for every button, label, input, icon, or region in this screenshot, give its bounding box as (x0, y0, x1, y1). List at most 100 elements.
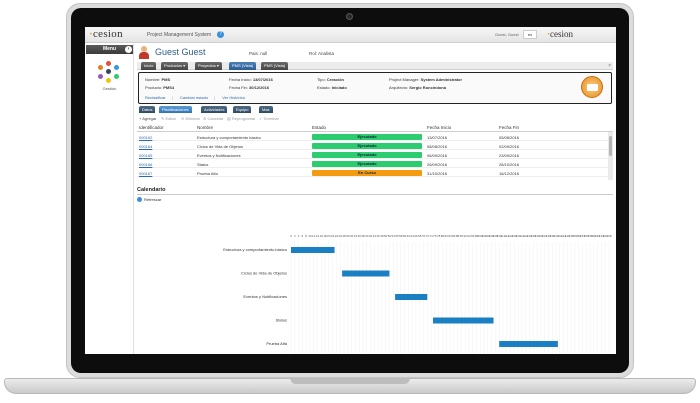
gantt-task-label: Status (276, 318, 287, 323)
planning-grid: Identificador Nombre Estado Fecha Inicio… (137, 124, 613, 182)
row-nombre: Status (197, 161, 209, 167)
status-badge: En Curso (312, 170, 422, 176)
row-fecha-fin: 28/10/2016 (499, 161, 520, 167)
grid-scrollbar[interactable] (608, 132, 613, 180)
row-id-link[interactable]: 000165 (139, 153, 152, 158)
table-row[interactable]: 000162 Estructura y comportamiento básico… (137, 133, 613, 141)
brand-logo: ·cesion (547, 29, 574, 39)
user-name: Guest Guest (155, 47, 206, 57)
arquitecto-field: Arquitecto: Sergio Runcindona (389, 85, 446, 90)
project-subtabs: Datos Planificaciones Actividades Equipo… (137, 106, 613, 114)
refresh-button[interactable]: Refrescar (137, 197, 161, 203)
app-logo: ·cesion (89, 28, 123, 40)
status-badge: Ejecutado (312, 143, 422, 149)
user-row: Guest Guest Pais: null Rol: Analista (137, 45, 615, 61)
status-badge: Ejecutado (312, 161, 422, 167)
nombre-field: Nombre: PMS (145, 77, 171, 82)
project-info-panel: Nombre: PMS Producto: PMS4 Fecha Inicio:… (138, 72, 612, 104)
cancelar-button[interactable]: ⊘ Cancelar (203, 116, 223, 121)
fecha-fin-field: Fecha Fin: 30/12/2016 (229, 85, 270, 90)
gantt-task-label: Estructura y comportamiento básico (223, 247, 288, 252)
tab-inicio[interactable]: Inicio (141, 62, 157, 70)
tab-mas[interactable]: Mas (259, 106, 273, 113)
gantt-tick-label: 4 (298, 234, 300, 238)
tab-planificaciones[interactable]: Planificaciones (159, 106, 192, 113)
row-fecha-fin: 02/09/2016 (499, 143, 520, 149)
producto-field: Producto: PMS4 (145, 85, 175, 90)
col-fecha-inicio[interactable]: Fecha Inicio (427, 125, 451, 130)
row-fecha-fin: 16/12/2016 (499, 170, 520, 176)
grid-header: Identificador Nombre Estado Fecha Inicio… (137, 124, 613, 132)
gantt-bar[interactable] (499, 341, 558, 347)
terminar-button[interactable]: ✓ Terminar (259, 116, 279, 121)
refresh-icon (137, 197, 142, 203)
reprogramar-button[interactable]: ▤ Reprogramar (227, 116, 255, 121)
col-fecha-fin[interactable]: Fecha Fin (499, 125, 519, 130)
gestion-label[interactable]: Gestión (85, 86, 134, 91)
row-id-link[interactable]: 000167 (139, 171, 152, 176)
gantt-bar[interactable] (291, 247, 335, 253)
col-identificador[interactable]: Identificador (139, 125, 164, 130)
current-user: Guest, Guest (495, 32, 519, 37)
menu-header[interactable]: Menu › (86, 45, 133, 54)
pm-field: Project Manager: System Administrator (389, 77, 463, 82)
tab-pms-vista-2[interactable]: PMS (Vista) (261, 62, 289, 70)
editar-button[interactable]: ✎ Editar (161, 116, 176, 121)
help-icon[interactable]: ? (217, 31, 224, 38)
reclasificar-link[interactable]: Reclasificar (145, 95, 166, 100)
main-tabs: Inicio Productos ▾ Proyectos ▾ PMS (Vist… (137, 62, 613, 70)
row-id-link[interactable]: 000164 (139, 144, 152, 149)
system-name: Project Management System (147, 32, 212, 38)
chevron-right-icon[interactable]: › (125, 46, 132, 53)
gantt-task-label: Eventos y Notificaciones (243, 294, 287, 299)
calendar-title: Calendario (137, 187, 166, 193)
eliminar-button[interactable]: ✕ Eliminar (181, 116, 200, 121)
gantt-bar[interactable] (342, 270, 390, 277)
row-nombre: Eventos y Notificaciones (197, 152, 241, 158)
row-fecha-inicio: 31/10/2016 (427, 170, 448, 176)
row-fecha-fin: 23/09/2016 (499, 152, 520, 158)
col-nombre[interactable]: Nombre (197, 125, 213, 130)
project-folder-icon (581, 76, 603, 98)
table-row[interactable]: 000165 Eventos y Notificaciones Ejecutado 0… (137, 151, 613, 159)
row-fecha-fin: 05/08/2016 (499, 134, 520, 140)
row-fecha-inicio: 13/07/2016 (427, 134, 448, 140)
rol-info: Rol: Analista (309, 51, 335, 56)
language-selector[interactable]: es (523, 30, 537, 39)
tab-proyectos[interactable]: Proyectos ▾ (195, 62, 222, 70)
gantt-bar[interactable] (395, 294, 428, 300)
gantt-chart: 0 2 4 6 8 10 12 14 16 18 20 22 24 26 28 30 32 34 36 38 40 42 4… (137, 205, 613, 354)
row-nombre: Estructura y comportamiento básico (197, 134, 261, 140)
tab-datos[interactable]: Datos (139, 106, 156, 113)
col-estado[interactable]: Estado (312, 125, 326, 130)
table-row[interactable]: 000164 Ciclos de Vida de Objetos Ejecutado… (137, 142, 613, 150)
close-icon[interactable]: × (608, 62, 611, 70)
estado-field: Estado: Iniciado (317, 85, 347, 90)
gantt-svg: 0 2 4 6 8 10 12 14 16 18 20 22 24 26 28 30 32 34 36 38 40 42 4… (223, 234, 612, 354)
row-id-link[interactable]: 000162 (139, 135, 152, 140)
grid-toolbar: + Agregar ✎ Editar ✕ Eliminar ⊘ Cancelar… (137, 115, 613, 123)
row-nombre: Ciclos de Vida de Objetos (197, 143, 243, 149)
tipo-field: Tipo: Creación (317, 77, 344, 82)
tab-actividades[interactable]: Actividades (201, 106, 228, 113)
tab-equipo[interactable]: Equipo (233, 106, 252, 113)
table-row[interactable]: 000167 Prueba Alfa En Curso 31/10/2016 16/12… (137, 169, 613, 177)
row-id-link[interactable]: 000166 (139, 162, 152, 167)
laptop-notch (290, 378, 410, 384)
camera-icon (346, 13, 353, 20)
tab-pms-vista[interactable]: PMS (Vista) (229, 62, 257, 70)
agregar-button[interactable]: + Agregar (139, 116, 156, 121)
pais-info: Pais: null (249, 51, 268, 56)
status-badge: Ejecutado (312, 134, 422, 140)
gestion-network-icon[interactable] (98, 61, 120, 83)
calendar-divider (137, 194, 613, 195)
status-badge: Ejecutado (312, 152, 422, 158)
row-fecha-inicio: 26/09/2016 (427, 161, 448, 167)
ver-historico-link[interactable]: Ver Histórico (222, 95, 245, 100)
tab-productos[interactable]: Productos ▾ (161, 62, 189, 70)
gantt-bar[interactable] (432, 317, 494, 324)
sidebar: Menu › Gestión (85, 44, 134, 354)
table-row[interactable]: 000166 Status Ejecutado 26/09/2016 28/10/201… (137, 160, 613, 168)
cambiar-estado-link[interactable]: Cambiar estado (180, 95, 208, 100)
fecha-inicio-field: Fecha Inicio: 13/07/2016 (229, 77, 273, 82)
